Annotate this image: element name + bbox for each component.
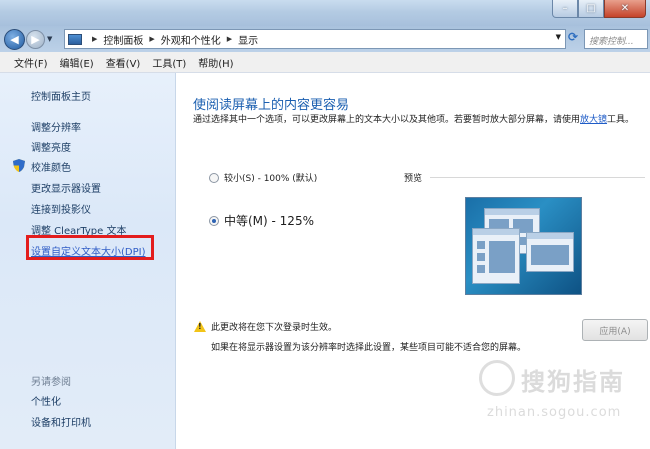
back-arrow-icon[interactable]: ◀ [4, 28, 25, 50]
address-bar[interactable]: ▶ 控制面板 ▶ 外观和个性化 ▶ 显示 ▼ [64, 29, 566, 49]
sidebar-item-personalization[interactable]: 个性化 [31, 393, 61, 408]
sidebar-item-resolution[interactable]: 调整分辨率 [31, 119, 81, 134]
close-button[interactable]: ✕ [604, 0, 646, 18]
window-controls: – □ ✕ [552, 0, 646, 18]
breadcrumb-appearance[interactable]: 外观和个性化 [161, 32, 221, 47]
radio-button-selected[interactable] [209, 215, 219, 226]
page-description: 通过选择其中一个选项，可以更改屏幕上的文本大小以及其他项。若要暂时放大部分屏幕，… [193, 113, 650, 127]
search-input[interactable]: 搜索控制... [584, 29, 648, 49]
see-also-title: 另请参阅 [31, 377, 71, 388]
menu-file[interactable]: 文件(F) [14, 55, 48, 70]
sidebar-item-display-settings[interactable]: 更改显示器设置 [31, 180, 101, 195]
highlight-box [26, 235, 154, 260]
breadcrumb-control-panel[interactable]: 控制面板 [103, 32, 143, 47]
description-text: 通过选择其中一个选项，可以更改屏幕上的文本大小以及其他项。若要暂时放大部分屏幕，… [193, 115, 581, 125]
apply-button[interactable]: 应用(A) [582, 319, 648, 341]
page-title: 使阅读屏幕上的内容更容易 [193, 98, 350, 113]
description-end: 工具。 [607, 115, 635, 125]
forward-arrow-icon[interactable]: ▶ [26, 29, 45, 49]
sidebar-item-calibrate[interactable]: 校准颜色 [31, 159, 71, 174]
navigation-bar: ◀ ▶ ▼ ▶ 控制面板 ▶ 外观和个性化 ▶ 显示 ▼ ⟳ 搜索控制... [0, 26, 650, 52]
warning-text: 此更改将在您下次登录时生效。 [211, 323, 338, 333]
main-content: 使阅读屏幕上的内容更容易 通过选择其中一个选项，可以更改屏幕上的文本大小以及其他… [177, 73, 650, 449]
menu-edit[interactable]: 编辑(E) [60, 55, 94, 70]
sidebar-item-projector[interactable]: 连接到投影仪 [31, 201, 91, 216]
warning-subtext: 如果在将显示器设置为该分辨率时选择此设置，某些项目可能不适合您的屏幕。 [211, 343, 527, 353]
option-label: 中等(M) - 125% [224, 214, 314, 228]
sidebar-item-brightness[interactable]: 调整亮度 [31, 139, 71, 154]
radio-button[interactable] [209, 172, 219, 183]
option-medium[interactable]: 中等(M) - 125% [209, 212, 314, 229]
watermark-main: 搜狗指南 [521, 368, 625, 396]
watermark: 搜狗指南 zhinan.sogou.com [477, 358, 647, 428]
preview-image [465, 197, 582, 295]
warning-icon [194, 321, 206, 332]
menu-help[interactable]: 帮助(H) [198, 55, 233, 70]
breadcrumb-display[interactable]: 显示 [238, 32, 258, 47]
preview-window [526, 232, 574, 272]
sidebar: 控制面板主页 调整分辨率 调整亮度 校准颜色 更改显示器设置 连接到投影仪 调整… [0, 73, 176, 449]
watermark-sub: zhinan.sogou.com [487, 405, 622, 420]
breadcrumb-separator-icon[interactable]: ▶ [149, 35, 154, 43]
preview-window [472, 228, 520, 284]
minimize-button[interactable]: – [552, 0, 578, 18]
maximize-button[interactable]: □ [578, 0, 604, 18]
sidebar-item-home[interactable]: 控制面板主页 [31, 88, 91, 103]
magnifier-link[interactable]: 放大镜 [580, 115, 607, 125]
menu-view[interactable]: 查看(V) [106, 55, 141, 70]
option-label: 较小(S) - 100% (默认) [224, 174, 318, 184]
preview-label: 预览 [404, 174, 423, 184]
sidebar-item-devices-printers[interactable]: 设备和打印机 [31, 414, 91, 429]
shield-icon [13, 159, 25, 172]
watermark-logo-icon [479, 360, 515, 396]
address-dropdown-icon[interactable]: ▼ [556, 33, 561, 41]
preview-divider [430, 177, 645, 178]
option-smaller[interactable]: 较小(S) - 100% (默认) [209, 171, 317, 184]
refresh-icon[interactable]: ⟳ [568, 30, 583, 48]
menu-bar: 文件(F) 编辑(E) 查看(V) 工具(T) 帮助(H) [0, 52, 650, 73]
breadcrumb-separator-icon[interactable]: ▶ [227, 35, 232, 43]
window-titlebar: – □ ✕ [0, 0, 650, 26]
menu-tools[interactable]: 工具(T) [152, 55, 186, 70]
history-dropdown-icon[interactable]: ▼ [47, 35, 52, 43]
control-panel-icon [68, 33, 82, 45]
breadcrumb-separator-icon[interactable]: ▶ [92, 35, 97, 43]
